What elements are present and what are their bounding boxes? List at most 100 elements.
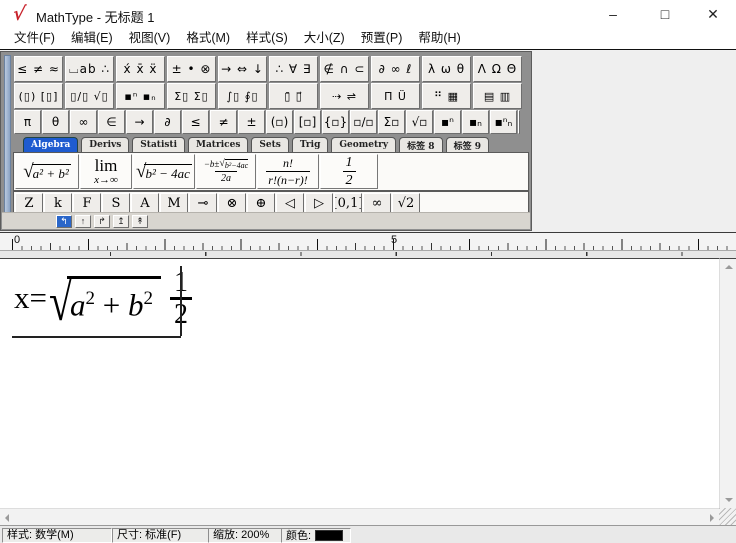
expr-triangle-left[interactable]: ◁ (276, 193, 304, 214)
small-paren-template[interactable]: (▫) (266, 110, 293, 134)
expr-k[interactable]: k (44, 193, 72, 214)
equation-radicand: a2 + b2 (67, 275, 162, 323)
maximize-button[interactable]: □ (642, 0, 688, 28)
menu-item-preset[interactable]: 预置(P) (353, 28, 411, 49)
tab-geometry[interactable]: Geometry (331, 137, 397, 152)
toolbar-grab-handle[interactable] (4, 55, 11, 227)
menu-item-edit[interactable]: 编辑(E) (63, 28, 121, 49)
palette-set-theory[interactable]: ∉ ∩ ⊂ (320, 56, 369, 82)
palette-scripts[interactable]: ▪ⁿ ▪ₙ (116, 83, 165, 109)
tab-statistics[interactable]: Statisti (132, 137, 186, 152)
tab-trig[interactable]: Trig (291, 137, 329, 152)
menu-item-view[interactable]: 视图(V) (121, 28, 179, 49)
tab-sets[interactable]: Sets (251, 137, 289, 152)
small-sum-template[interactable]: Σ▫ (378, 110, 405, 134)
expr-oplus[interactable]: ⊕ (247, 193, 275, 214)
tab-derivs[interactable]: Derivs (81, 137, 130, 152)
expr-f[interactable]: F (73, 193, 101, 214)
expr-infinity[interactable]: ∞ (363, 193, 391, 214)
menu-item-file[interactable]: 文件(F) (6, 28, 63, 49)
palette-bar-arrow-templates[interactable]: ▯̄ ▯⃗ (269, 83, 318, 109)
palette-logic[interactable]: ∴ ∀ ∃ (269, 56, 318, 82)
expr-fraktur-a[interactable]: A (131, 193, 159, 214)
ruler[interactable]: 0 5 (0, 232, 736, 258)
status-color[interactable]: 颜色: (281, 528, 351, 543)
small-subscript-template[interactable]: ▪ₙ (462, 110, 489, 134)
expr-fraktur-m[interactable]: M (160, 193, 188, 214)
menu-item-help[interactable]: 帮助(H) (410, 28, 468, 49)
template-limit[interactable]: lim x→∞ (80, 154, 132, 189)
expr-sqrt-2[interactable]: √2 (392, 193, 420, 214)
tab-8[interactable]: 标签 8 (399, 137, 443, 152)
template-discriminant[interactable]: √ b² − 4ac (133, 154, 195, 189)
expr-interval-01[interactable]: [0,1] (334, 193, 362, 214)
tab-stop-strip[interactable] (0, 250, 736, 258)
tiny-insert-style-5[interactable]: ↟ (132, 214, 148, 228)
expr-multimap[interactable]: ⊸ (189, 193, 217, 214)
menu-item-style[interactable]: 样式(S) (238, 28, 296, 49)
close-button[interactable]: ✕ (690, 0, 736, 28)
palette-spaces-ellipses[interactable]: ⌴ab ∴ (65, 56, 114, 82)
small-pi[interactable]: π (14, 110, 41, 134)
scroll-left-icon[interactable] (5, 514, 9, 522)
small-partial[interactable]: ∂ (154, 110, 181, 134)
expr-set-z[interactable]: Z (15, 193, 43, 214)
scroll-up-icon[interactable] (725, 265, 733, 269)
palette-relational[interactable]: ≤ ≠ ≈ (14, 56, 63, 82)
scroll-down-icon[interactable] (725, 498, 733, 502)
small-brace-template[interactable]: {▫} (322, 110, 349, 134)
small-right-arrow[interactable]: → (126, 110, 153, 134)
small-infinity[interactable]: ∞ (70, 110, 97, 134)
expression-bar-filler (421, 193, 527, 214)
palette-operators[interactable]: ± • ⊗ (167, 56, 216, 82)
palette-sum-templates[interactable]: Σ▯ Σ▯ (167, 83, 216, 109)
expr-otimes[interactable]: ⊗ (218, 193, 246, 214)
small-sqrt-template[interactable]: √▫ (406, 110, 433, 134)
menu-item-size[interactable]: 大小(Z) (296, 28, 353, 49)
palette-arrows[interactable]: → ⇔ ↓ (218, 56, 267, 82)
small-bracket-template[interactable]: [▫] (294, 110, 321, 134)
horizontal-scrollbar[interactable] (0, 508, 719, 525)
tiny-insert-style-2[interactable]: ↑ (75, 214, 91, 228)
scroll-right-icon[interactable] (710, 514, 714, 522)
small-fraction-template[interactable]: ▫∕▫ (350, 110, 377, 134)
palette-matrix-templates[interactable]: ⠛ ▦ (422, 83, 471, 109)
small-subsup-template[interactable]: ▪ⁿₙ (490, 110, 517, 134)
status-size[interactable]: 尺寸: 标准(F) (112, 528, 210, 543)
palette-labeled-arrows[interactable]: ⇢ ⇌ (320, 83, 369, 109)
template-sqrt-a2-plus-b2[interactable]: √ a² + b² (15, 154, 79, 189)
tiny-insert-style-3[interactable]: ↱ (94, 214, 110, 228)
status-zoom[interactable]: 缩放: 200% (208, 528, 282, 543)
template-one-half[interactable]: 12 (320, 154, 378, 189)
equation-canvas[interactable]: x= √ a2 + b2 1 2 (0, 258, 719, 508)
palette-greek-uppercase[interactable]: Λ Ω Θ (473, 56, 522, 82)
expr-script-s[interactable]: S (102, 193, 130, 214)
vertical-scrollbar[interactable] (719, 258, 736, 508)
small-plus-minus[interactable]: ± (238, 110, 265, 134)
palette-misc-symbols[interactable]: ∂ ∞ ℓ (371, 56, 420, 82)
palette-greek-lowercase[interactable]: λ ω θ (422, 56, 471, 82)
palette-box-templates[interactable]: ▤ ▥ (473, 83, 522, 109)
palette-embellishments[interactable]: x́ x̄ ẍ (116, 56, 165, 82)
tiny-insert-style-4[interactable]: ↥ (113, 214, 129, 228)
palette-fraction-radical[interactable]: ▯∕▯ √▯ (65, 83, 114, 109)
minimize-button[interactable]: – (590, 0, 636, 28)
status-style[interactable]: 样式: 数学(M) (2, 528, 112, 543)
tab-matrices[interactable]: Matrices (188, 137, 249, 152)
resize-grip[interactable] (719, 508, 736, 525)
small-superscript-template[interactable]: ▪ⁿ (434, 110, 461, 134)
tab-algebra[interactable]: Algebra (23, 137, 79, 152)
tab-9[interactable]: 标签 9 (445, 137, 489, 152)
tiny-insert-style-1[interactable]: ↰ (56, 214, 72, 228)
small-element-of[interactable]: ∈ (98, 110, 125, 134)
menu-item-format[interactable]: 格式(M) (178, 28, 238, 49)
palette-fences[interactable]: (▯) [▯] (14, 83, 63, 109)
palette-product-union[interactable]: Π̈ Ü (371, 83, 420, 109)
small-neq[interactable]: ≠ (210, 110, 237, 134)
expr-triangle-right[interactable]: ▷ (305, 193, 333, 214)
template-binomial-coefficient[interactable]: n! r!(n−r)! (257, 154, 319, 189)
small-theta[interactable]: θ (42, 110, 69, 134)
palette-integral-templates[interactable]: ∫▯ ∮▯ (218, 83, 267, 109)
template-quadratic-formula[interactable]: −b± √ b²−4ac 2a (196, 154, 256, 189)
small-leq[interactable]: ≤ (182, 110, 209, 134)
